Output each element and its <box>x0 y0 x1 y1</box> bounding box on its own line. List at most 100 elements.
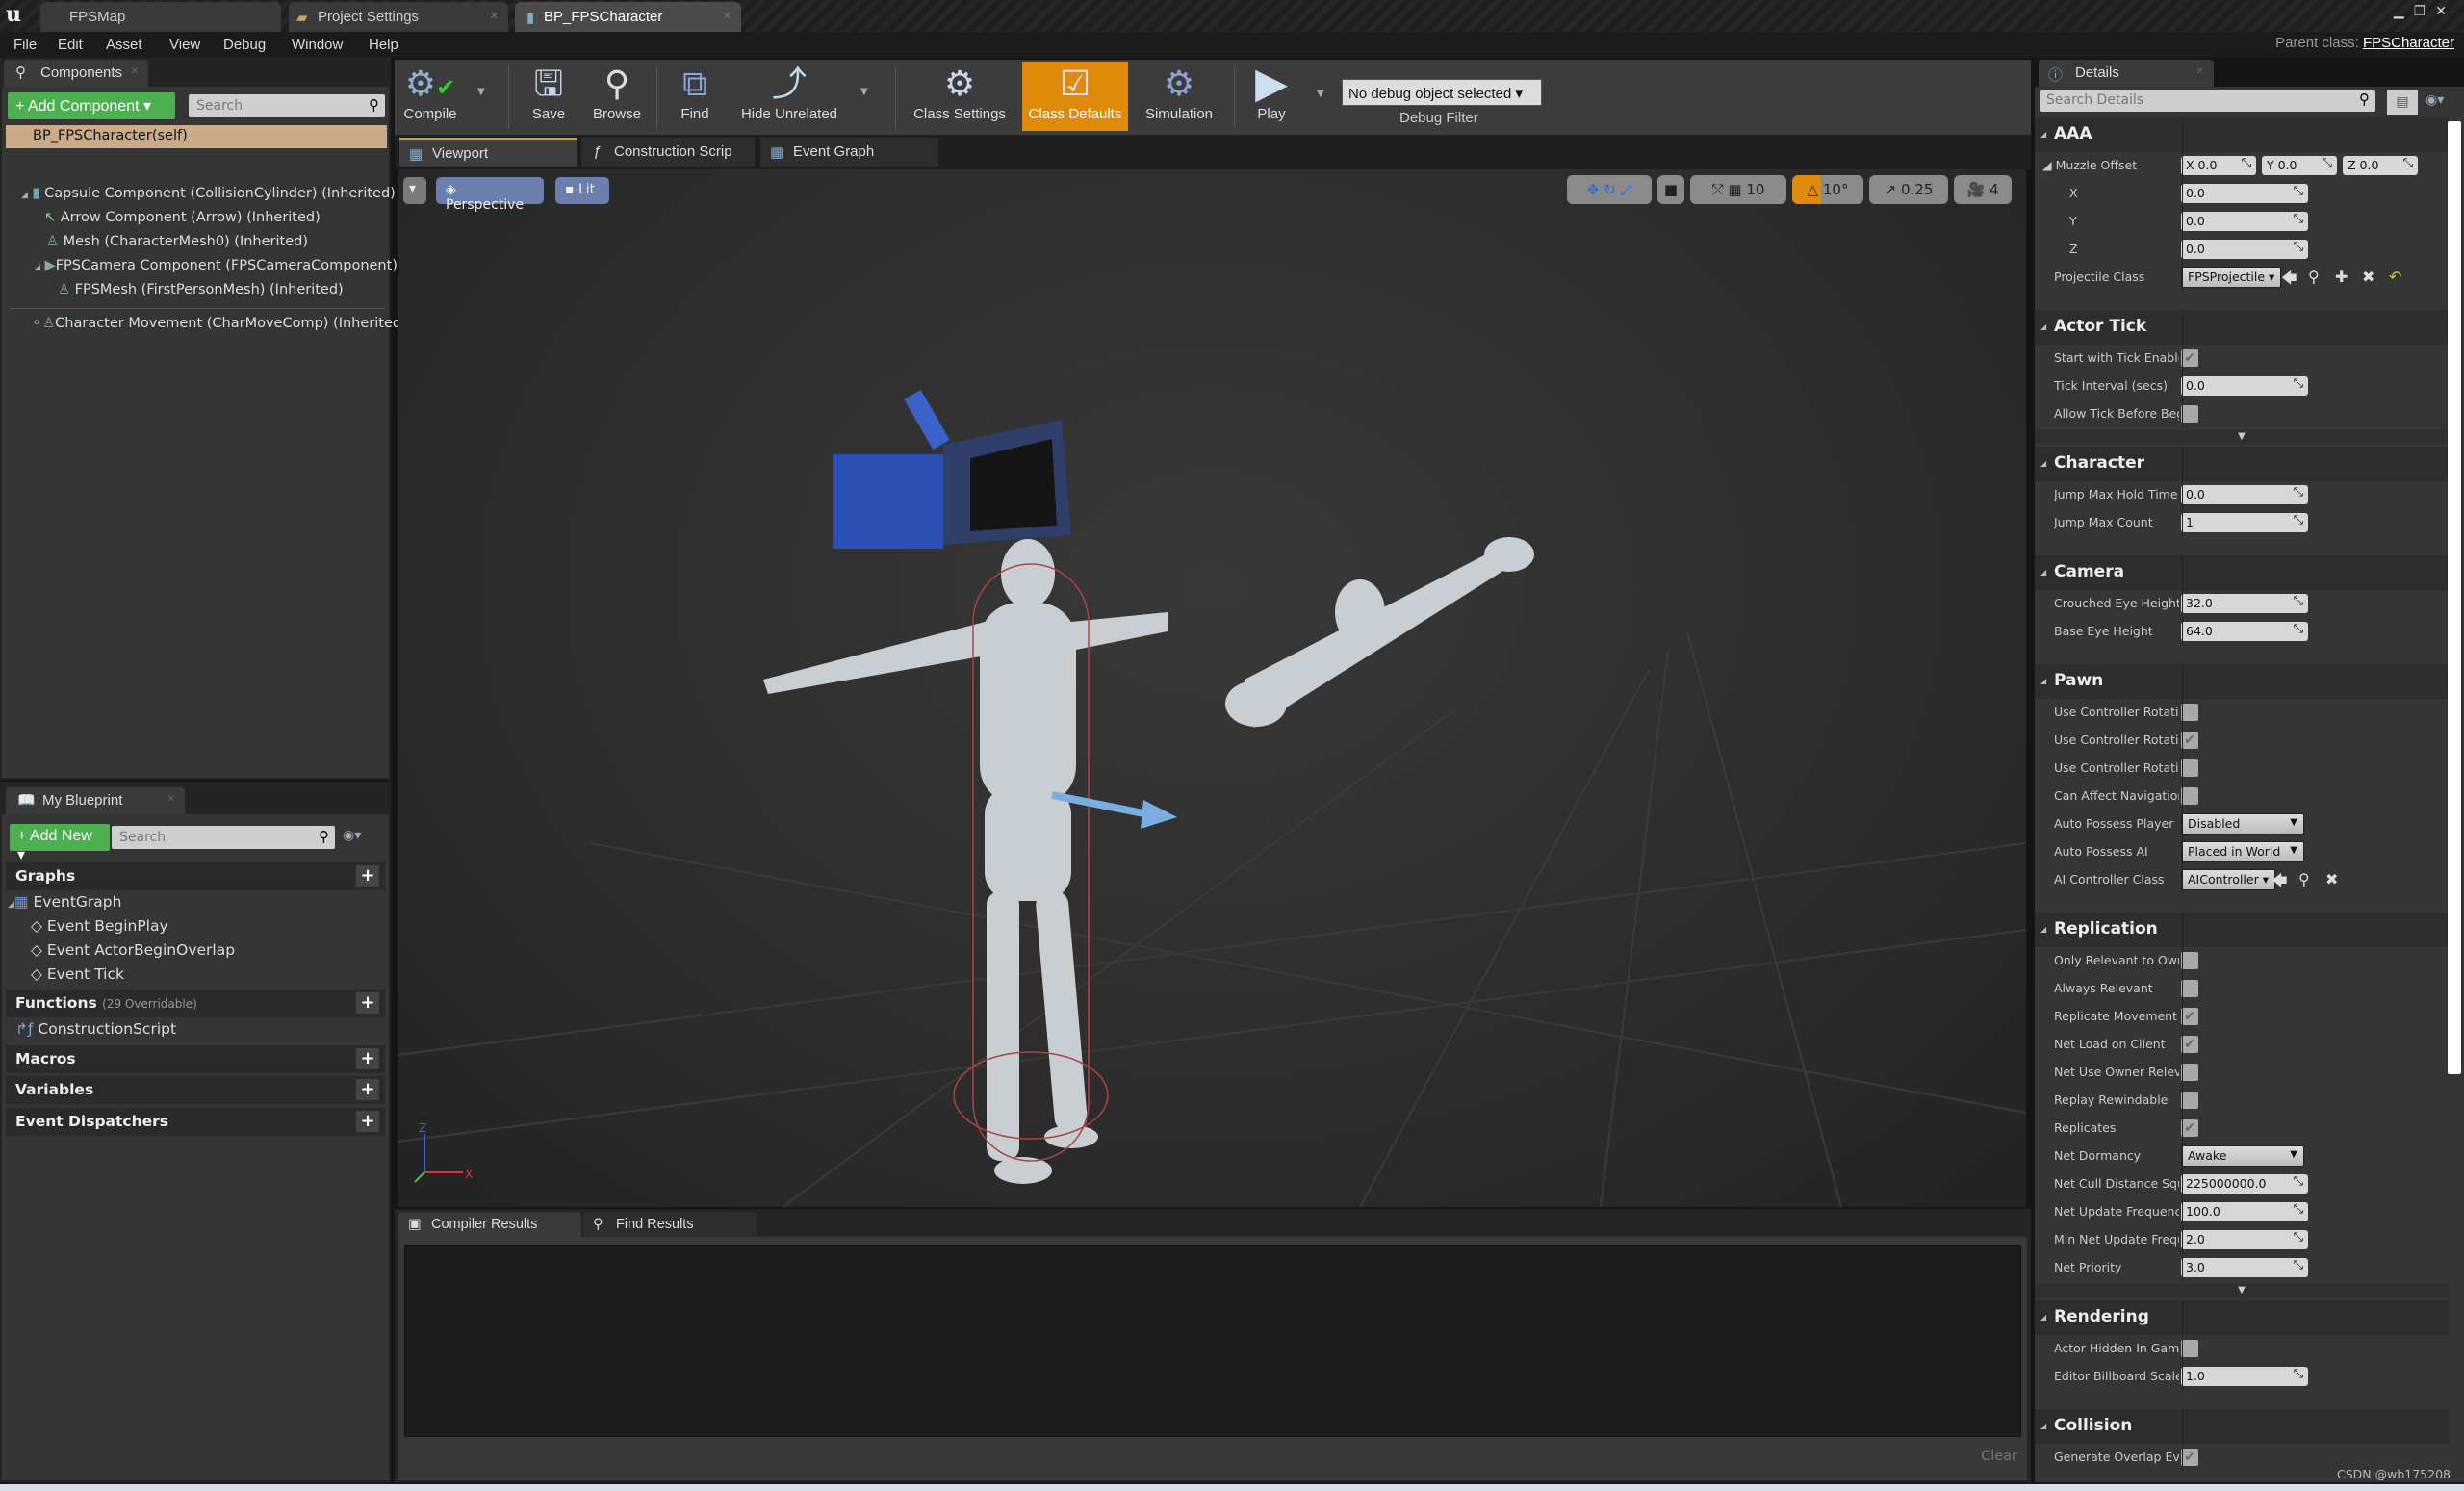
section-functions[interactable]: Functions (29 Overridable) + <box>6 990 385 1017</box>
rotation-snap-value[interactable]: 10° <box>1823 181 1849 198</box>
number-input[interactable]: 64.0 <box>2181 622 2308 641</box>
unreal-logo[interactable]: u <box>6 2 21 27</box>
add-function-button[interactable]: + <box>356 992 379 1014</box>
compile-button[interactable]: ⚙✔ Compile <box>400 62 460 131</box>
column-splitter[interactable] <box>2182 117 2183 292</box>
column-splitter[interactable] <box>2182 447 2183 537</box>
clear-x-icon[interactable]: ✖ <box>2362 268 2374 286</box>
add-dispatcher-button[interactable]: + <box>356 1111 379 1132</box>
tree-item-arrow[interactable]: ↖ Arrow Component (Arrow) (Inherited) <box>44 210 321 225</box>
item-event-beginplay[interactable]: ◇ Event BeginPlay <box>31 917 168 935</box>
menu-view[interactable]: View <box>169 37 200 53</box>
number-input[interactable]: 0.0 <box>2181 184 2308 203</box>
tab-my-blueprint[interactable]: 📖 My Blueprint ✕ <box>6 787 185 814</box>
column-splitter[interactable] <box>2182 913 2183 1282</box>
vector-y-input[interactable]: Y 0.0 <box>2262 156 2337 175</box>
item-event-actorbeginoverlap[interactable]: ◇ Event ActorBeginOverlap <box>31 941 235 959</box>
checkbox[interactable] <box>2181 952 2198 969</box>
section-macros[interactable]: Macros + <box>6 1045 385 1073</box>
item-eventgraph[interactable]: ◢▦ EventGraph <box>8 893 121 911</box>
visibility-eye-icon[interactable]: ◉▾ <box>2426 92 2444 108</box>
translate-icon[interactable]: ✥ <box>1587 181 1600 198</box>
browse-magnifier-icon[interactable]: ⚲ <box>2298 870 2310 888</box>
play-options-chevron-icon[interactable]: ▼ <box>1317 89 1324 99</box>
section-graphs[interactable]: Graphs + <box>6 862 385 890</box>
number-input[interactable]: 2.0 <box>2181 1230 2308 1249</box>
details-category-actor-tick[interactable]: Actor Tick <box>2035 310 2449 345</box>
column-splitter[interactable] <box>2182 1409 2183 1472</box>
add-macro-button[interactable]: + <box>356 1048 379 1069</box>
browse-button[interactable]: ⚲ Browse <box>583 62 651 131</box>
number-input[interactable]: 0.0 <box>2181 240 2308 259</box>
show-advanced-chevron-icon[interactable]: ▼ <box>2035 1284 2449 1298</box>
menu-asset[interactable]: Asset <box>106 37 142 53</box>
tab-construction-script[interactable]: ƒ Construction Scrip <box>581 138 755 167</box>
tree-item-fpscamera[interactable]: ◢ ▶FPSCamera Component (FPSCameraCompone… <box>34 258 398 273</box>
tab-event-graph[interactable]: ▦ Event Graph <box>760 138 938 167</box>
number-input[interactable]: 0.0 <box>2181 212 2308 231</box>
use-selected-arrow-icon[interactable]: 🡄 <box>2272 870 2288 896</box>
column-splitter[interactable] <box>2182 555 2183 646</box>
clear-button[interactable]: Clear <box>1981 1449 2017 1464</box>
perspective-button[interactable]: ◈ Perspective <box>436 177 544 213</box>
checkbox[interactable] <box>2181 1064 2198 1081</box>
details-category-replication[interactable]: Replication <box>2035 913 2449 947</box>
checkbox[interactable] <box>2181 980 2198 997</box>
self-row[interactable]: BP_FPSCharacter(self) <box>6 125 387 148</box>
minimize-icon[interactable]: ▁ <box>2394 4 2414 19</box>
debug-object-dropdown[interactable]: No debug object selected ▾ <box>1342 79 1542 106</box>
details-category-collision[interactable]: Collision <box>2035 1409 2449 1444</box>
checkbox[interactable] <box>2181 787 2198 805</box>
clear-x-icon[interactable]: ✖ <box>2325 870 2338 888</box>
dropdown-select[interactable]: Disabled ▼ <box>2181 813 2304 835</box>
visibility-eye-icon[interactable]: ◉▾ <box>343 828 361 843</box>
add-component-button[interactable]: + Add Component ▾ <box>8 92 175 119</box>
window-tab-fpsmap[interactable]: FPSMap <box>40 2 281 32</box>
tree-item-fpsmesh[interactable]: ♙ FPSMesh (FirstPersonMesh) (Inherited) <box>58 282 344 297</box>
compile-options-chevron-icon[interactable]: ▼ <box>477 87 485 97</box>
window-tab-bp-fpscharacter[interactable]: ▮ BP_FPSCharacter ✕ <box>515 2 741 32</box>
checkbox[interactable]: ✔ <box>2181 1036 2198 1053</box>
number-input[interactable]: 1 <box>2181 513 2308 532</box>
show-advanced-chevron-icon[interactable]: ▼ <box>2035 430 2449 444</box>
checkbox[interactable] <box>2181 704 2198 721</box>
checkbox[interactable]: ✔ <box>2181 1008 2198 1025</box>
column-splitter[interactable] <box>2182 664 2183 894</box>
checkbox[interactable]: ✔ <box>2181 1449 2198 1466</box>
tab-details[interactable]: ⓘ Details ✕ <box>2039 60 2214 87</box>
menu-edit[interactable]: Edit <box>58 37 83 53</box>
use-selected-arrow-icon[interactable]: 🡄 <box>2281 268 2297 294</box>
grid-snap-value[interactable]: 10 <box>1746 181 1764 198</box>
reset-default-icon[interactable]: ↶ <box>2389 268 2401 286</box>
item-event-tick[interactable]: ◇ Event Tick <box>31 965 124 983</box>
details-category-camera[interactable]: Camera <box>2035 555 2449 590</box>
class-picker[interactable]: FPSProjectile ▾ <box>2181 267 2282 288</box>
viewport-canvas[interactable]: XZ ▾ ◈ Perspective ▪ Lit ✥ ↻ ⤢ ■ ⤲ ▦ 10 … <box>398 169 2026 1207</box>
checkbox[interactable]: ✔ <box>2181 732 2198 749</box>
components-search-input[interactable]: Search ⚲ <box>189 94 385 117</box>
hide-unrelated-button[interactable]: ⤴ Hide Unrelated <box>732 62 847 131</box>
menu-window[interactable]: Window <box>292 37 343 53</box>
play-button[interactable]: ▶ Play <box>1242 62 1301 131</box>
class-settings-button[interactable]: ⚙ Class Settings <box>907 62 1013 131</box>
parent-class-link[interactable]: FPSCharacter <box>2363 35 2454 51</box>
menu-help[interactable]: Help <box>369 37 398 53</box>
rotation-snap-toggle[interactable]: △ 10° <box>1792 175 1863 204</box>
add-plus-icon[interactable]: ✚ <box>2335 268 2348 286</box>
checkbox[interactable]: ✔ <box>2181 349 2198 367</box>
close-icon[interactable]: ✕ <box>490 10 499 22</box>
tree-item-capsule[interactable]: ◢ ▮ Capsule Component (CollisionCylinder… <box>21 186 396 201</box>
menu-debug[interactable]: Debug <box>223 37 266 53</box>
scale-snap-value[interactable]: 0.25 <box>1901 181 1933 198</box>
blueprint-search-input[interactable]: Search ⚲ <box>112 826 335 849</box>
viewport-options-chevron-icon[interactable]: ▾ <box>403 177 426 204</box>
tab-viewport[interactable]: ▦ Viewport <box>399 138 578 167</box>
add-variable-button[interactable]: + <box>356 1079 379 1100</box>
save-button[interactable]: 🖫 Save <box>520 62 578 131</box>
class-defaults-button[interactable]: ☑ Class Defaults <box>1022 62 1128 131</box>
close-icon[interactable]: ✕ <box>167 794 175 805</box>
number-input[interactable]: 32.0 <box>2181 594 2308 613</box>
number-input[interactable]: 0.0 <box>2181 376 2308 396</box>
camera-speed-button[interactable]: 🎥 4 <box>1954 175 2012 204</box>
vector-x-input[interactable]: X 0.0 <box>2181 156 2256 175</box>
